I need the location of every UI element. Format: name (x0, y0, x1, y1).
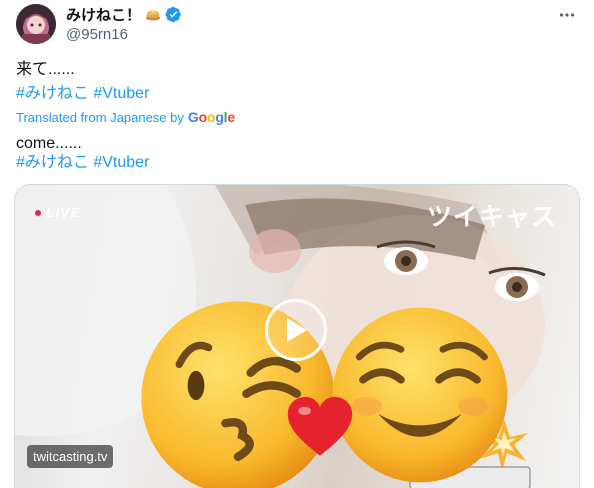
hashtag-row: #みけねこ #Vtuber (16, 84, 149, 104)
hashtag-link[interactable]: #Vtuber (93, 85, 149, 102)
source-watermark[interactable]: twitcasting.tv (27, 445, 114, 468)
author-row: みけねこ！ (66, 4, 182, 24)
live-dot (35, 209, 41, 216)
play-icon[interactable] (265, 299, 327, 361)
pancake-icon (145, 6, 161, 22)
more-options-icon[interactable] (556, 4, 578, 26)
live-indicator: LIVE (35, 205, 81, 220)
verified-badge-icon (165, 6, 181, 22)
heart-icon (287, 396, 353, 456)
google-logo: Google (187, 109, 235, 125)
hashtag-link[interactable]: #みけねこ (16, 154, 89, 171)
video-thumbnail[interactable]: LIVE ツイキャス twitcasting.tv (14, 184, 580, 488)
avatar[interactable] (16, 4, 56, 44)
handle[interactable]: @95rn16 (66, 26, 128, 43)
translation-link[interactable]: Translated from Japanese by (16, 110, 184, 125)
translated-text: come...... (16, 135, 82, 152)
display-name[interactable]: みけねこ！ (66, 4, 141, 25)
translation-attribution: Translated from Japanese by Google (16, 109, 235, 125)
twitcasting-logo: ツイキャス (426, 202, 557, 231)
translated-hashtag-row: #みけねこ #Vtuber (16, 153, 149, 173)
hashtag-link[interactable]: #みけねこ (16, 85, 89, 102)
hashtag-link[interactable]: #Vtuber (93, 154, 149, 171)
tweet-text: 来て...... (16, 61, 75, 78)
live-label: LIVE (46, 205, 81, 220)
collision-icon (480, 419, 528, 467)
